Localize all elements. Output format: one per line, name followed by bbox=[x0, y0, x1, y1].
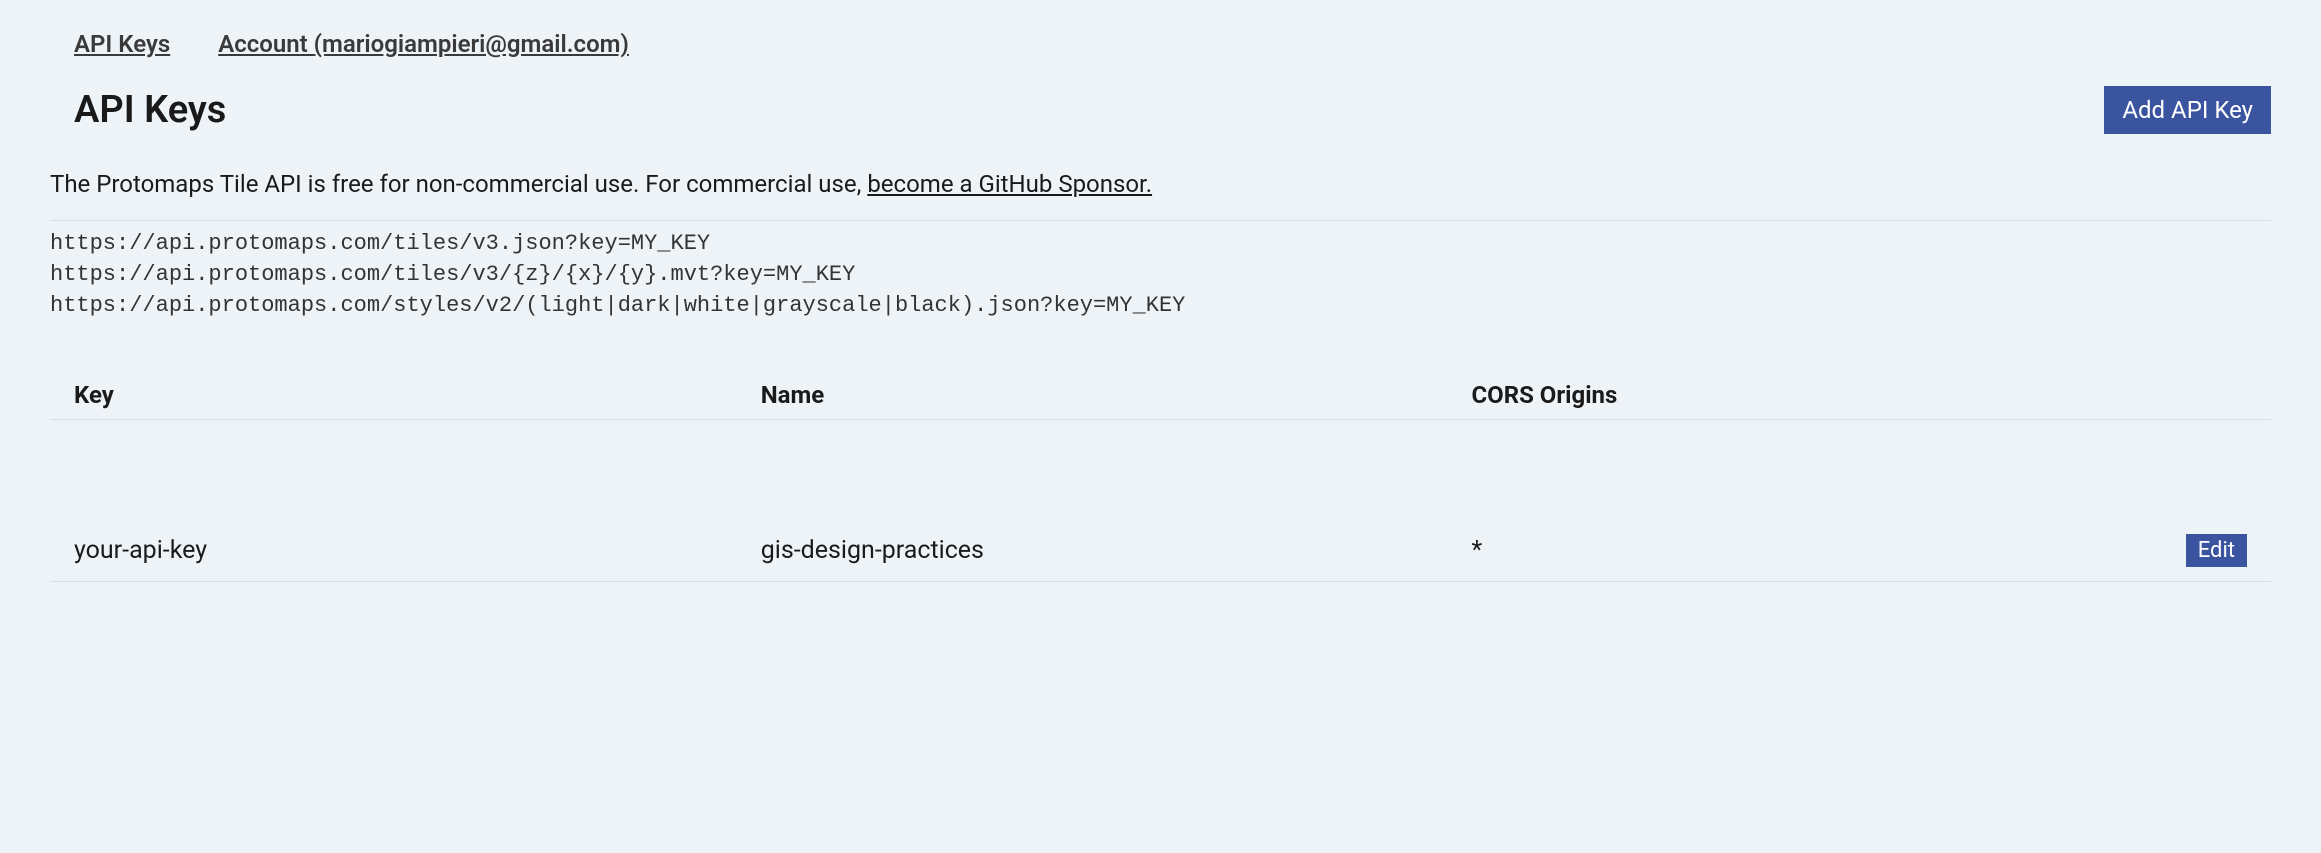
code-line-1: https://api.protomaps.com/tiles/v3.json?… bbox=[50, 231, 710, 256]
header-row: API Keys Add API Key bbox=[50, 86, 2271, 134]
nav-link-account[interactable]: Account (mariogiampieri@gmail.com) bbox=[218, 30, 629, 58]
add-api-key-button[interactable]: Add API Key bbox=[2104, 86, 2271, 134]
nav-links: API Keys Account (mariogiampieri@gmail.c… bbox=[50, 30, 2271, 58]
table-header-row: Key Name CORS Origins bbox=[50, 371, 2271, 420]
cell-cors: * bbox=[1471, 536, 2004, 565]
cell-name: gis-design-practices bbox=[761, 536, 1472, 565]
cell-actions: Edit bbox=[2004, 534, 2271, 567]
table-header-actions bbox=[2004, 381, 2271, 409]
table-header-cors: CORS Origins bbox=[1471, 381, 2004, 409]
api-keys-table: Key Name CORS Origins your-api-key gis-d… bbox=[50, 371, 2271, 582]
table-header-key: Key bbox=[50, 381, 761, 409]
cell-key: your-api-key bbox=[50, 536, 761, 565]
table-row: your-api-key gis-design-practices * Edit bbox=[50, 520, 2271, 582]
endpoints-code-block: https://api.protomaps.com/tiles/v3.json?… bbox=[50, 220, 2271, 321]
table-header-name: Name bbox=[761, 381, 1472, 409]
description-prefix: The Protomaps Tile API is free for non-c… bbox=[50, 170, 867, 198]
code-line-3: https://api.protomaps.com/styles/v2/(lig… bbox=[50, 293, 1185, 318]
code-line-2: https://api.protomaps.com/tiles/v3/{z}/{… bbox=[50, 262, 855, 287]
page-title: API Keys bbox=[74, 88, 226, 132]
description-text: The Protomaps Tile API is free for non-c… bbox=[50, 170, 2271, 198]
nav-link-api-keys[interactable]: API Keys bbox=[74, 30, 170, 58]
edit-button[interactable]: Edit bbox=[2186, 534, 2247, 567]
sponsor-link[interactable]: become a GitHub Sponsor. bbox=[867, 170, 1152, 198]
